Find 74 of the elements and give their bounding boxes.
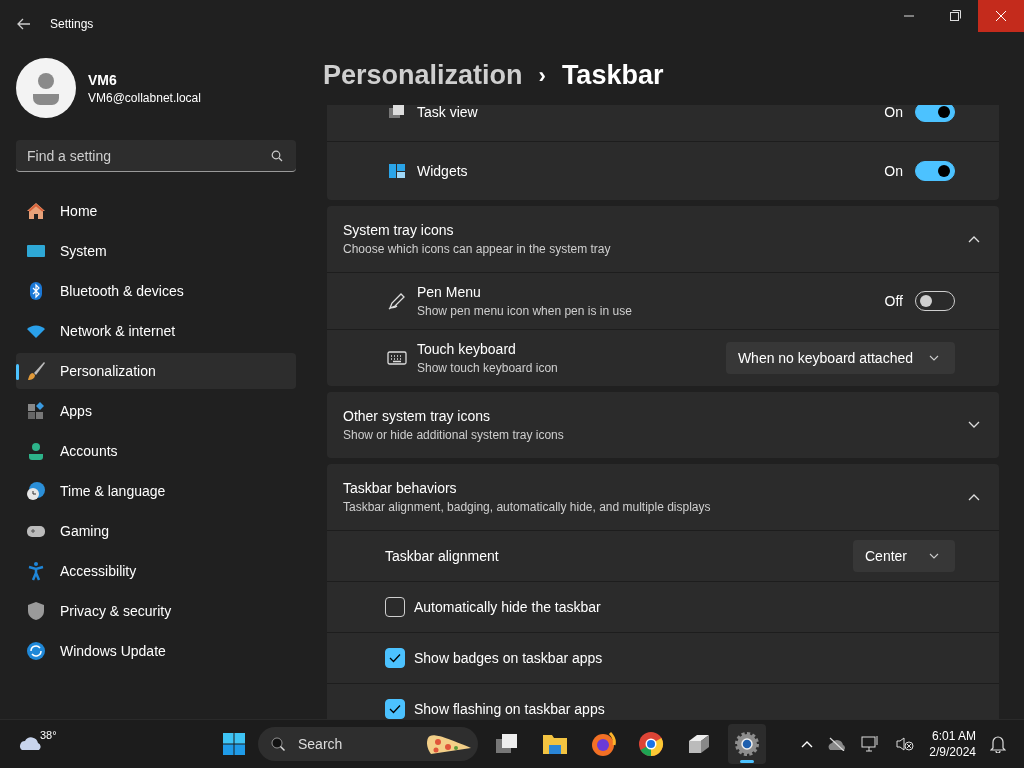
dropdown[interactable]: When no keyboard attached [725, 341, 955, 374]
bell-icon[interactable] [990, 735, 1006, 753]
windows-logo-icon[interactable] [222, 732, 246, 756]
toggle-switch[interactable] [915, 160, 955, 181]
back-icon[interactable] [17, 18, 31, 30]
refresh-icon [26, 641, 46, 661]
person-icon [26, 441, 46, 461]
section-title: Taskbar behaviors [343, 479, 458, 496]
section-header[interactable]: Taskbar behaviors Taskbar alignment, badging, automatically hide, and multiple displays [327, 463, 999, 530]
nav-item[interactable]: Accounts [16, 433, 296, 469]
search-field[interactable]: Find a setting [16, 140, 296, 172]
search-icon [270, 736, 286, 752]
avatar-icon [16, 58, 76, 118]
section-title: Other system tray icons [343, 407, 492, 424]
accessibility-icon [26, 561, 46, 581]
section-header[interactable]: System tray icons Choose which icons can appear in the system tray [327, 205, 999, 272]
nav-item[interactable]: Gaming [16, 513, 296, 549]
checkbox[interactable] [385, 596, 405, 617]
section-subtitle: Choose which icons can appear in the system tray [343, 241, 612, 256]
chevron-down-icon [929, 354, 939, 361]
setting-label: Show flashing on taskbar apps [414, 700, 606, 717]
nav-item[interactable]: Accessibility [16, 553, 296, 589]
setting-label: Task view [417, 104, 479, 120]
toggle-switch[interactable] [915, 104, 955, 122]
nav-item[interactable]: Windows Update [16, 633, 296, 669]
taskbar-search[interactable]: Search [258, 727, 478, 761]
brush-icon [26, 361, 46, 381]
toggle-state: On [884, 104, 903, 120]
section-header[interactable]: Other system tray icons Show or hide additional system tray icons [327, 391, 999, 458]
weather-widget[interactable]: 38° [18, 726, 57, 758]
section-subtitle: Show or hide additional system tray icons [343, 427, 565, 442]
user-name: VM6 [88, 71, 118, 88]
setting-label: Automatically hide the taskbar [414, 598, 602, 615]
checkbox[interactable] [385, 698, 405, 719]
setting-label: Touch keyboard [417, 340, 517, 357]
speaker-muted-icon[interactable] [895, 735, 916, 753]
toggle-state: Off [884, 292, 903, 309]
checkbox[interactable] [385, 647, 405, 668]
nav-item[interactable]: Time & language [16, 473, 296, 509]
user-email: VM6@collabnet.local [88, 90, 201, 105]
nav-item[interactable]: Bluetooth & devices [16, 273, 296, 309]
section-subtitle: Taskbar alignment, badging, automatically hide, and multiple displays [343, 499, 712, 514]
chevron-down-icon [929, 552, 939, 559]
toggle-state: On [884, 162, 903, 179]
setting-label: Pen Menu [417, 283, 482, 300]
nav-item[interactable]: Home [16, 193, 296, 229]
gear-icon[interactable] [728, 724, 766, 764]
setting-label: Widgets [417, 162, 469, 179]
nav-item[interactable]: Network & internet [16, 313, 296, 349]
checkmark-icon [389, 703, 401, 714]
nav-item[interactable]: Privacy & security [16, 593, 296, 629]
nav-item[interactable]: Personalization [16, 353, 296, 389]
checkmark-icon [389, 652, 401, 663]
setting-description: Show touch keyboard icon [417, 360, 559, 375]
shield-icon [26, 601, 46, 621]
cloud-icon[interactable] [827, 737, 848, 751]
house-icon [26, 201, 46, 221]
breadcrumb-parent[interactable]: Personalization [323, 60, 523, 92]
clock-icon [26, 481, 46, 501]
section-title: System tray icons [343, 221, 455, 238]
breadcrumb-separator: › [538, 62, 546, 89]
setting-label: Taskbar alignment [385, 547, 500, 564]
chevron-up-icon[interactable] [801, 740, 814, 748]
setting-label: Show badges on taskbar apps [414, 649, 604, 666]
nav-item[interactable]: Apps [16, 393, 296, 429]
dropdown[interactable]: Center [853, 539, 955, 572]
page-title: Taskbar [561, 60, 664, 92]
window-title: Settings [50, 17, 94, 31]
nav-item[interactable]: System [16, 233, 296, 269]
search-icon [271, 150, 283, 162]
apps-icon [26, 401, 46, 421]
pizza-icon [426, 732, 472, 756]
clock[interactable]: 6:01 AM 2/9/2024 [929, 729, 976, 759]
setting-description: Show pen menu icon when pen is in use [417, 303, 633, 318]
